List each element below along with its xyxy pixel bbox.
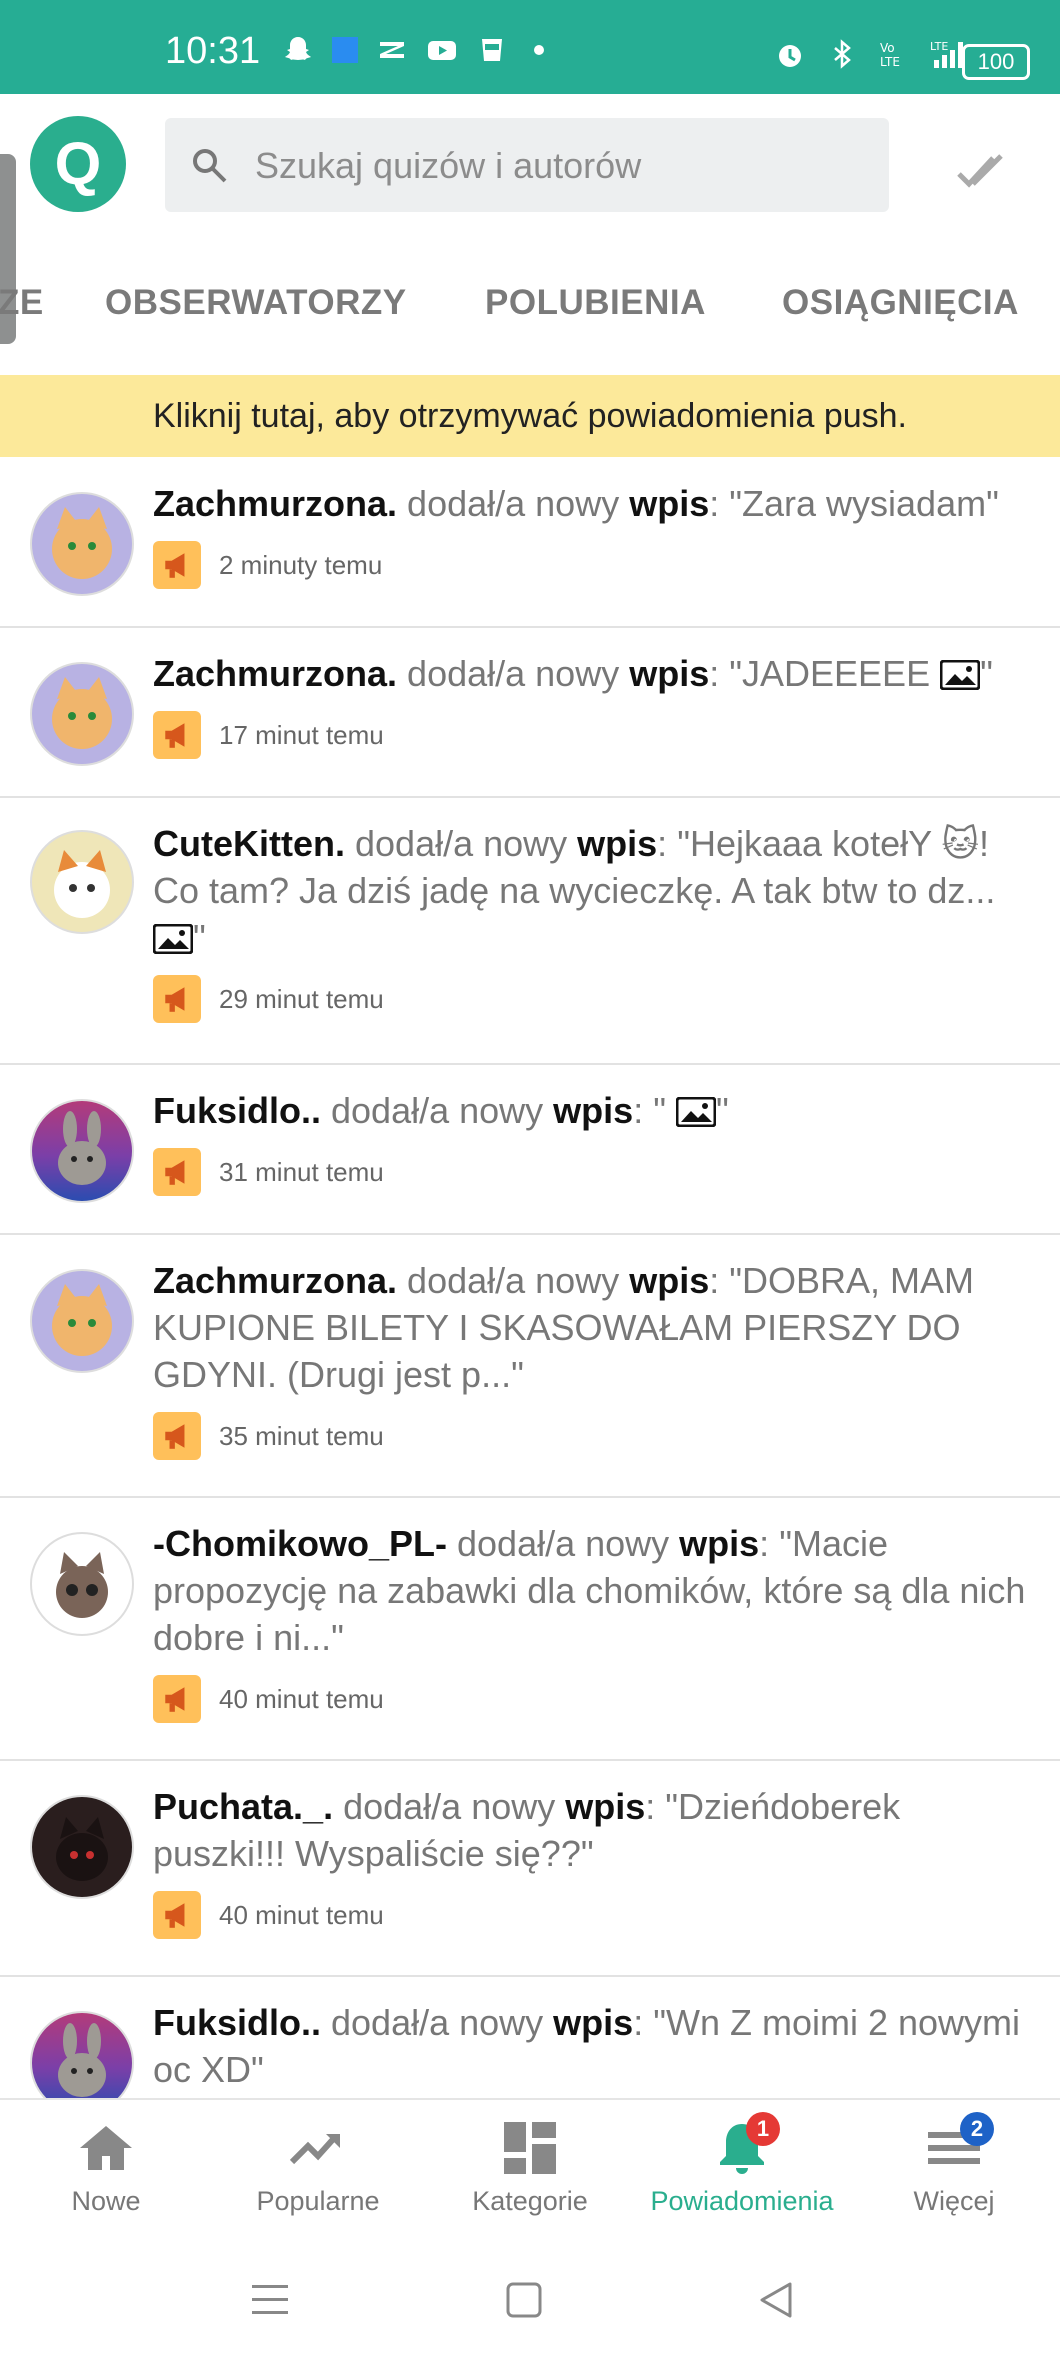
author-name[interactable]: CuteKitten. xyxy=(153,823,345,864)
list-item[interactable]: Fuksidlo.. dodał/a nowy wpis: "Wn Z moim… xyxy=(0,1977,1060,2098)
status-time: 10:31 xyxy=(165,30,261,72)
megaphone-icon xyxy=(153,1412,201,1460)
image-icon xyxy=(153,924,193,954)
author-name[interactable]: Zachmurzona. xyxy=(153,483,397,524)
avatar[interactable] xyxy=(30,492,134,596)
nav-notifications[interactable]: 1 Powiadomienia xyxy=(636,2100,848,2240)
search-icon xyxy=(193,149,227,183)
list-item[interactable]: Zachmurzona. dodał/a nowy wpis: "Zara wy… xyxy=(0,458,1060,628)
notification-text: Zachmurzona. dodał/a nowy wpis: "Zara wy… xyxy=(153,483,999,524)
list-item[interactable]: CuteKitten. dodał/a nowy wpis: "Hejkaaa … xyxy=(0,798,1060,1065)
notification-text: -Chomikowo_PL- dodał/a nowy wpis: "Macie… xyxy=(153,1523,1026,1658)
youtube-icon xyxy=(428,41,456,60)
nav-popular[interactable]: Popularne xyxy=(212,2100,424,2240)
notifications-badge: 1 xyxy=(746,2112,780,2146)
list-item[interactable]: Fuksidlo.. dodał/a nowy wpis: " " 31 min… xyxy=(0,1065,1060,1235)
timestamp: 17 minut temu xyxy=(219,719,384,750)
search-box[interactable] xyxy=(165,118,889,214)
notification-text: CuteKitten. dodał/a nowy wpis: "Hejkaaa … xyxy=(153,823,996,958)
author-name[interactable]: Zachmurzona. xyxy=(153,1260,397,1301)
push-notification-banner[interactable]: Kliknij tutaj, aby otrzymywać powiadomie… xyxy=(0,375,1060,457)
recent-apps-icon[interactable] xyxy=(250,2282,290,2318)
status-bar: 10:31 Vo LTE LTE 100 xyxy=(0,0,1060,94)
more-dot-icon xyxy=(534,45,544,55)
bluetooth-icon xyxy=(834,39,851,69)
home-icon xyxy=(80,2126,132,2170)
system-icons: Vo LTE LTE xyxy=(774,38,970,70)
nav-categories[interactable]: Kategorie xyxy=(424,2100,636,2240)
timestamp: 31 minut temu xyxy=(219,1156,384,1187)
tab-partial[interactable]: ZE xyxy=(0,283,44,323)
volte-icon: VoLTE xyxy=(880,41,900,69)
search-input[interactable] xyxy=(253,118,857,214)
timestamp: 29 minut temu xyxy=(219,983,384,1014)
list-item[interactable]: -Chomikowo_PL- dodał/a nowy wpis: "Macie… xyxy=(0,1498,1060,1761)
avatar[interactable] xyxy=(30,662,134,766)
megaphone-icon xyxy=(153,975,201,1023)
app-logo[interactable]: Q xyxy=(30,116,126,212)
bottom-navigation: Nowe Popularne Kategorie 1 Powiadomienia… xyxy=(0,2098,1060,2240)
avatar[interactable] xyxy=(30,1795,134,1899)
nav-new[interactable]: Nowe xyxy=(0,2100,212,2240)
megaphone-icon xyxy=(153,1675,201,1723)
app-header: Q xyxy=(0,94,1060,344)
timestamp: 40 minut temu xyxy=(219,1899,384,1930)
notification-feed: Zachmurzona. dodał/a nowy wpis: "Zara wy… xyxy=(0,458,1060,2098)
svg-text:Vo: Vo xyxy=(880,41,895,55)
cup-icon xyxy=(482,39,502,61)
notification-text: Fuksidlo.. dodał/a nowy wpis: " " xyxy=(153,1090,729,1131)
trending-icon xyxy=(289,2133,340,2165)
mark-all-read-icon[interactable] xyxy=(955,146,1005,196)
alarm-icon xyxy=(779,45,801,67)
avatar[interactable] xyxy=(30,830,134,934)
notification-text: Zachmurzona. dodał/a nowy wpis: "JADEEEE… xyxy=(153,653,993,694)
avatar[interactable] xyxy=(30,1099,134,1203)
timestamp: 40 minut temu xyxy=(219,1683,384,1714)
tab-achievements[interactable]: OSIĄGNIĘCIA xyxy=(782,283,1019,323)
list-item[interactable]: Zachmurzona. dodał/a nowy wpis: "JADEEEE… xyxy=(0,628,1060,798)
megaphone-icon xyxy=(153,541,201,589)
app-square-icon xyxy=(332,37,358,63)
author-name[interactable]: Puchata._. xyxy=(153,1786,333,1827)
notification-text: Zachmurzona. dodał/a nowy wpis: "DOBRA, … xyxy=(153,1260,975,1395)
home-button-icon[interactable] xyxy=(506,2282,542,2318)
battery-indicator: 100 xyxy=(962,44,1030,80)
svg-text:LTE: LTE xyxy=(880,55,900,69)
snapchat-icon xyxy=(285,37,311,60)
tab-observers[interactable]: OBSERWATORZY xyxy=(105,283,407,323)
author-name[interactable]: Zachmurzona. xyxy=(153,653,397,694)
avatar[interactable] xyxy=(30,1269,134,1373)
notification-tabs: ZE OBSERWATORZY POLUBIENIA OSIĄGNIĘCIA xyxy=(0,259,1060,375)
list-item[interactable]: Puchata._. dodał/a nowy wpis: "Dzieńdobe… xyxy=(0,1761,1060,1977)
megaphone-icon xyxy=(153,1148,201,1196)
megaphone-icon xyxy=(153,711,201,759)
author-name[interactable]: Fuksidlo.. xyxy=(153,2002,321,2043)
image-icon xyxy=(940,660,981,690)
avatar[interactable] xyxy=(30,2011,134,2098)
tab-likes[interactable]: POLUBIENIA xyxy=(485,283,706,323)
notification-text: Fuksidlo.. dodał/a nowy wpis: "Wn Z moim… xyxy=(153,2002,1021,2090)
nav-more[interactable]: 2 Więcej xyxy=(848,2100,1060,2240)
grid-icon xyxy=(504,2122,556,2174)
avatar[interactable] xyxy=(30,1532,134,1636)
notification-icons xyxy=(282,34,544,66)
notification-text: Puchata._. dodał/a nowy wpis: "Dzieńdobe… xyxy=(153,1786,901,1874)
system-navigation xyxy=(0,2238,1060,2367)
back-icon[interactable] xyxy=(758,2280,794,2320)
capcut-icon xyxy=(380,42,404,58)
svg-text:LTE: LTE xyxy=(930,40,948,53)
timestamp: 35 minut temu xyxy=(219,1420,384,1451)
timestamp: 2 minuty temu xyxy=(219,549,383,580)
image-icon xyxy=(675,1097,716,1127)
list-item[interactable]: Zachmurzona. dodał/a nowy wpis: "DOBRA, … xyxy=(0,1235,1060,1498)
author-name[interactable]: Fuksidlo.. xyxy=(153,1090,321,1131)
megaphone-icon xyxy=(153,1891,201,1939)
more-badge: 2 xyxy=(960,2112,994,2146)
author-name[interactable]: -Chomikowo_PL- xyxy=(153,1523,447,1564)
